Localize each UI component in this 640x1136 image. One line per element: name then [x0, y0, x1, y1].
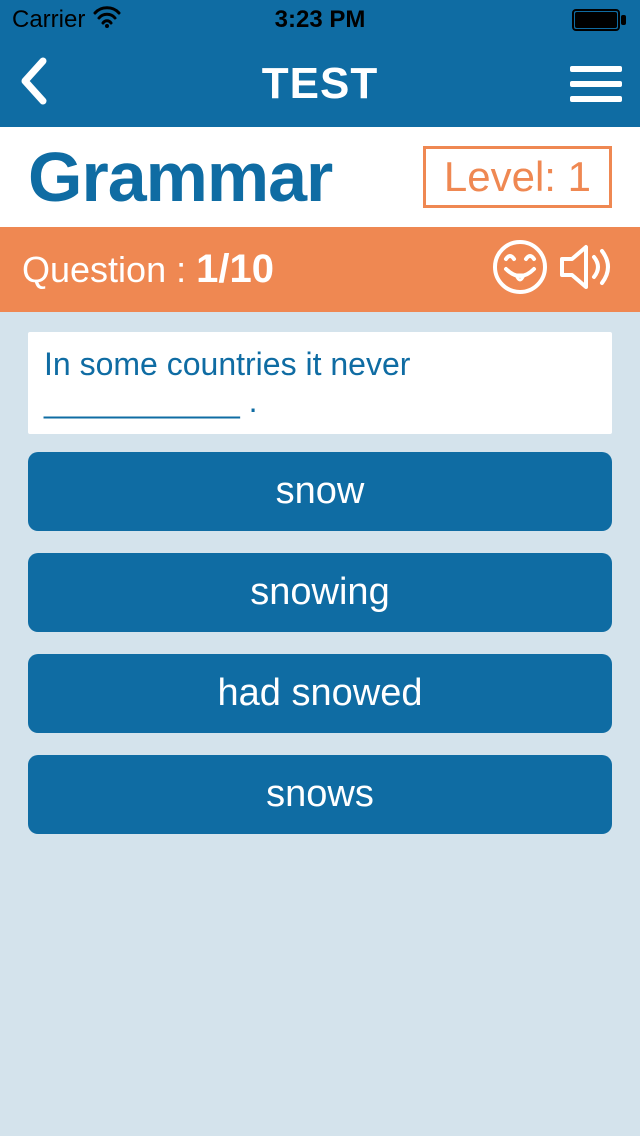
question-label-text: Question : — [22, 249, 196, 290]
status-left: Carrier — [12, 6, 121, 35]
title-row: Grammar Level: 1 — [28, 127, 612, 227]
nav-bar: TEST — [0, 40, 640, 127]
nav-title: TEST — [262, 59, 378, 109]
question-counter: 1/10 — [196, 247, 274, 291]
carrier-label: Carrier — [12, 6, 85, 34]
question-header: Question : 1/10 — [0, 227, 640, 312]
menu-button[interactable] — [570, 66, 622, 102]
wifi-icon — [93, 6, 121, 35]
question-text: In some countries it never ___________ . — [28, 332, 612, 434]
status-bar: Carrier 3:23 PM — [0, 0, 640, 40]
answer-option[interactable]: snowing — [28, 553, 612, 632]
battery-icon — [572, 9, 628, 31]
menu-icon — [570, 66, 622, 72]
face-icon[interactable] — [492, 239, 548, 300]
page-title: Grammar — [28, 137, 332, 217]
back-button[interactable] — [18, 56, 48, 111]
content: Grammar Level: 1 Question : 1/10 — [0, 127, 640, 1136]
question-header-icons — [492, 239, 618, 300]
speaker-icon[interactable] — [558, 239, 618, 300]
answer-option[interactable]: had snowed — [28, 654, 612, 733]
question-label: Question : 1/10 — [22, 247, 274, 292]
answer-option[interactable]: snows — [28, 755, 612, 834]
status-time: 3:23 PM — [275, 6, 366, 34]
level-badge: Level: 1 — [423, 146, 612, 208]
question-area: In some countries it never ___________ .… — [0, 312, 640, 1136]
answer-options: snow snowing had snowed snows — [28, 452, 612, 834]
answer-option[interactable]: snow — [28, 452, 612, 531]
